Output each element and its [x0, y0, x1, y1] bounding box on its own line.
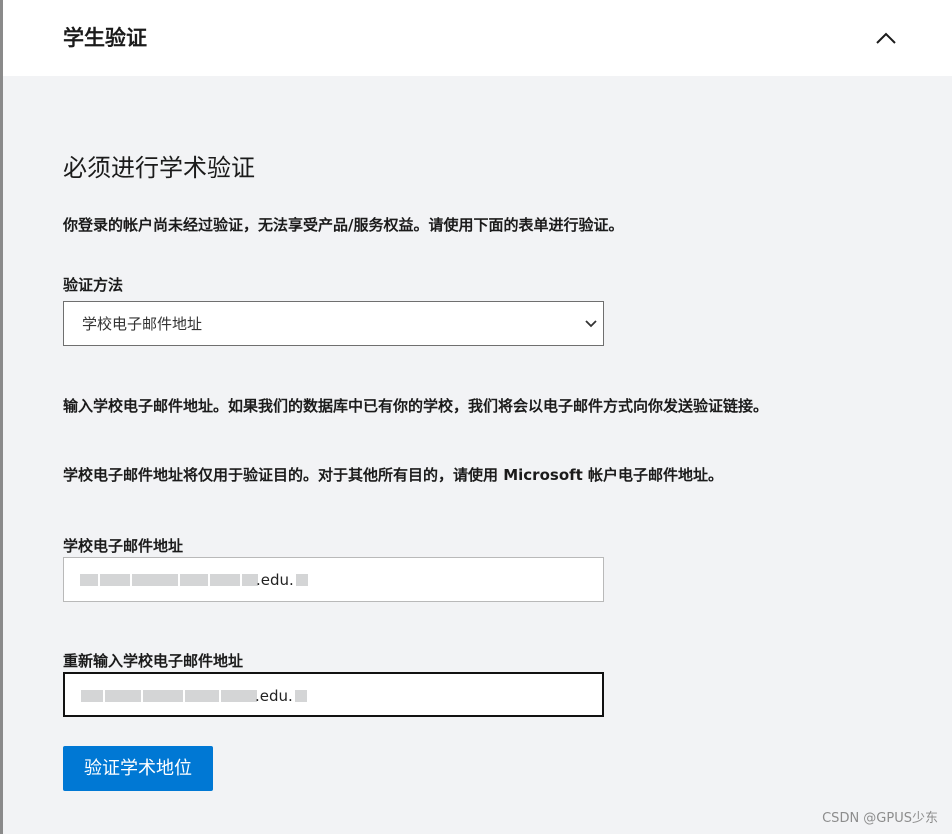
redacted-text: [296, 571, 310, 589]
verify-academic-status-button[interactable]: 验证学术地位: [63, 746, 213, 791]
section-header: 学生验证: [3, 0, 952, 76]
email-usage-note: 学校电子邮件地址将仅用于验证目的。对于其他所有目的，请使用 Microsoft …: [63, 466, 724, 484]
redacted-text: [80, 571, 260, 589]
email-confirm-input-suffix: .edu.: [255, 687, 293, 705]
email-confirm-label: 重新输入学校电子邮件地址: [63, 652, 244, 670]
email-input-suffix: .edu.: [256, 571, 294, 589]
chevron-up-icon: [876, 32, 896, 44]
email-confirm-input[interactable]: .edu.: [63, 672, 604, 717]
email-label: 学校电子邮件地址: [63, 537, 184, 555]
redacted-text: [81, 687, 259, 705]
section-header-title: 学生验证: [63, 26, 147, 50]
method-label: 验证方法: [63, 276, 124, 294]
collapse-button[interactable]: [869, 20, 903, 54]
method-select-value: 学校电子邮件地址: [82, 315, 203, 333]
email-instructions: 输入学校电子邮件地址。如果我们的数据库中已有你的学校，我们将会以电子邮件方式向你…: [63, 397, 769, 415]
method-select[interactable]: 学校电子邮件地址: [63, 301, 604, 346]
form-title: 必须进行学术验证: [63, 154, 255, 182]
window-left-edge: [0, 0, 3, 834]
chevron-down-icon: [585, 320, 597, 328]
watermark: CSDN @GPUS少东: [822, 811, 938, 826]
verification-notice: 你登录的帐户尚未经过验证，无法享受产品/服务权益。请使用下面的表单进行验证。: [63, 216, 624, 234]
student-verification-page: 学生验证 必须进行学术验证 你登录的帐户尚未经过验证，无法享受产品/服务权益。请…: [0, 0, 952, 834]
redacted-text: [295, 687, 309, 705]
email-input[interactable]: .edu.: [63, 557, 604, 602]
